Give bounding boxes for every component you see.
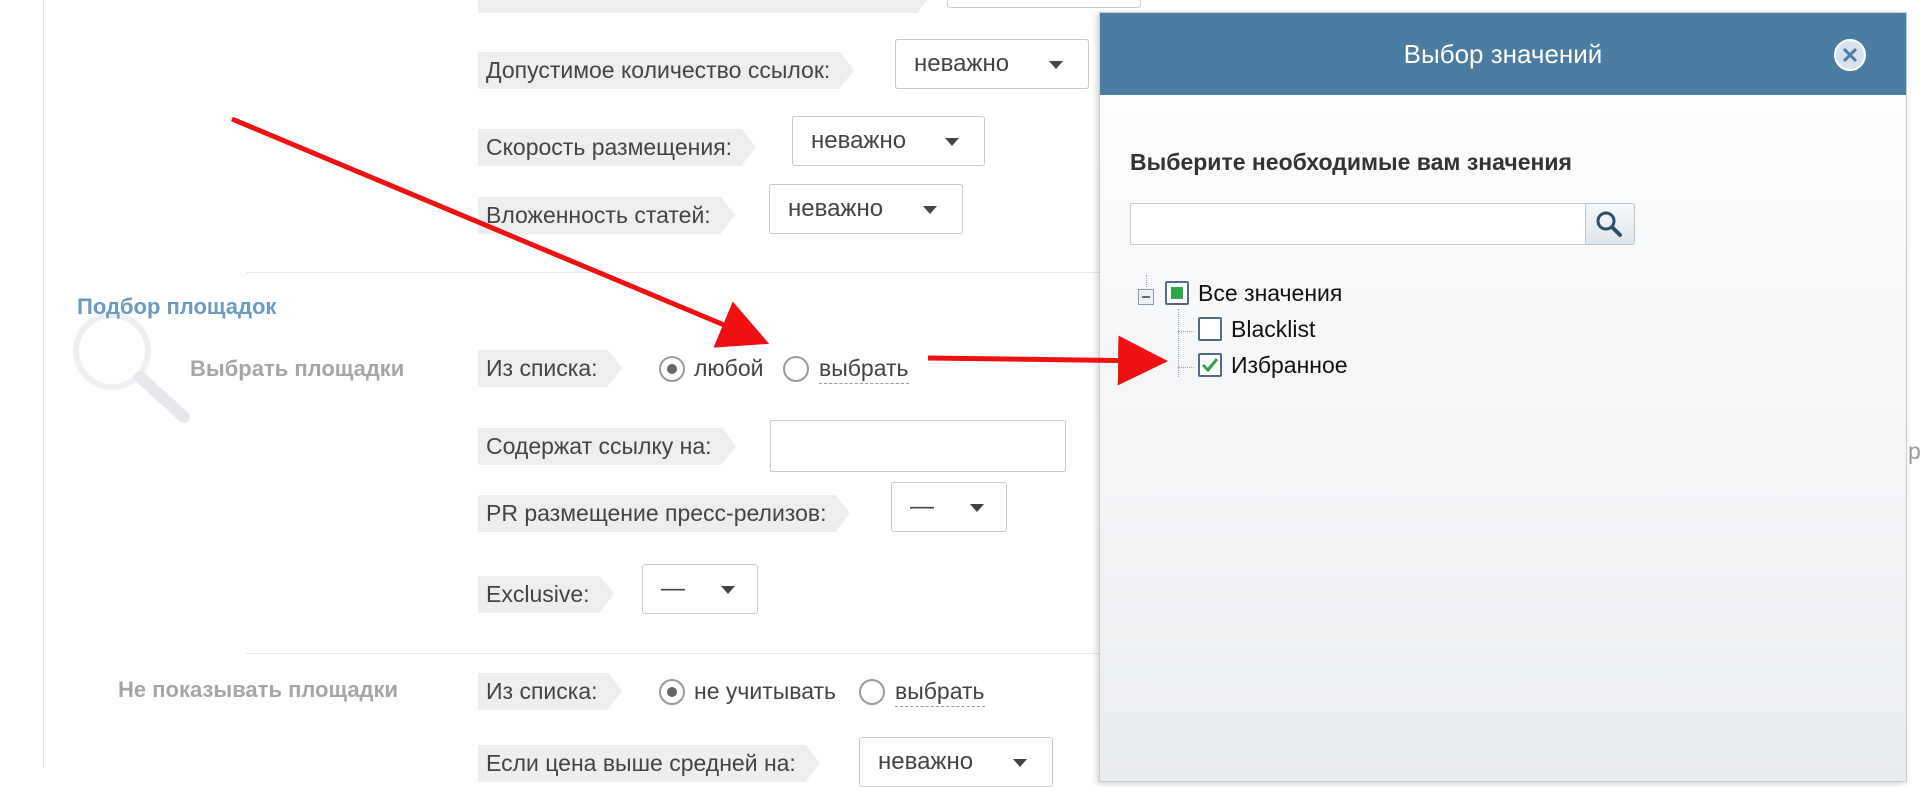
radio-any-label[interactable]: любой xyxy=(694,353,763,383)
tree-collapse-icon[interactable] xyxy=(1138,289,1154,305)
content-left-border xyxy=(43,0,44,769)
blacklist-label[interactable]: Blacklist xyxy=(1231,315,1315,343)
price-above-label: Если цена выше средней на: xyxy=(478,745,820,782)
search-icon xyxy=(1596,211,1622,237)
chevron-down-icon xyxy=(970,504,984,512)
magnifier-watermark-icon xyxy=(73,312,190,423)
links-count-label: Допустимое количество ссылок: xyxy=(478,52,855,89)
price-above-select[interactable]: неважно xyxy=(859,737,1053,787)
radio-ignore-label[interactable]: не учитывать xyxy=(694,676,836,706)
radio-hide-choose-label[interactable]: выбрать xyxy=(895,676,985,707)
articles-nesting-select[interactable]: неважно xyxy=(769,184,963,234)
tree-guide xyxy=(1178,331,1194,332)
placement-speed-value: неважно xyxy=(811,127,907,154)
radio-ignore[interactable] xyxy=(659,679,685,705)
modal-search-input[interactable] xyxy=(1130,203,1593,245)
section-divider xyxy=(247,272,1099,273)
radio-choose-label[interactable]: выбрать xyxy=(819,353,909,384)
value-picker-modal: Выбор значений Выберите необходимые вам … xyxy=(1099,12,1907,782)
chevron-down-icon xyxy=(945,138,959,146)
chevron-down-icon xyxy=(721,586,735,594)
favorites-checkbox[interactable] xyxy=(1198,353,1222,377)
articles-nesting-value: неважно xyxy=(788,195,884,222)
clipped-text-edge: р xyxy=(1908,438,1920,464)
modal-subtitle: Выберите необходимые вам значения xyxy=(1130,149,1572,175)
hide-sites-title: Не показывать площадки xyxy=(118,677,399,702)
tree-guide xyxy=(1146,275,1147,287)
check-icon xyxy=(1201,358,1219,373)
price-above-value: неважно xyxy=(878,748,974,775)
placement-speed-select[interactable]: неважно xyxy=(792,116,985,166)
articles-nesting-label: Вложенность статей: xyxy=(478,197,735,234)
section-title: Подбор площадок xyxy=(77,294,277,319)
favorites-label[interactable]: Избранное xyxy=(1231,351,1348,379)
contains-link-input[interactable] xyxy=(770,420,1066,472)
hide-sites-from-list-label: Из списка: xyxy=(478,673,622,710)
pr-press-label: PR размещение пресс-релизов: xyxy=(478,495,851,532)
radio-any[interactable] xyxy=(659,356,685,382)
close-button[interactable] xyxy=(1834,39,1866,71)
cut-off-label xyxy=(478,0,932,13)
exclusive-label: Exclusive: xyxy=(478,576,614,613)
search-button[interactable] xyxy=(1585,203,1635,245)
close-icon xyxy=(1842,47,1858,63)
tree-guide xyxy=(1178,367,1194,368)
pr-press-value: — xyxy=(910,493,934,520)
chevron-down-icon xyxy=(1013,759,1027,767)
links-count-select[interactable]: неважно xyxy=(895,39,1089,89)
chevron-down-icon xyxy=(1049,61,1063,69)
modal-title: Выбор значений xyxy=(1403,39,1603,69)
contains-link-label: Содержат ссылку на: xyxy=(478,428,736,465)
placement-speed-label: Скорость размещения: xyxy=(478,129,757,166)
exclusive-select[interactable]: — xyxy=(642,564,758,614)
all-values-checkbox[interactable] xyxy=(1165,281,1189,305)
blacklist-checkbox[interactable] xyxy=(1198,317,1222,341)
modal-header: Выбор значений xyxy=(1100,13,1906,95)
chevron-down-icon xyxy=(923,206,937,214)
links-count-value: неважно xyxy=(914,50,1010,77)
all-values-label[interactable]: Все значения xyxy=(1198,279,1342,307)
select-sites-from-list-label: Из списка: xyxy=(478,350,622,387)
exclusive-value: — xyxy=(661,575,685,602)
radio-choose[interactable] xyxy=(783,356,809,382)
cut-off-select[interactable] xyxy=(947,0,1141,8)
radio-hide-choose[interactable] xyxy=(859,679,885,705)
section-divider xyxy=(247,653,1099,654)
pr-press-select[interactable]: — xyxy=(891,482,1007,532)
select-sites-title: Выбрать площадки xyxy=(190,356,405,381)
